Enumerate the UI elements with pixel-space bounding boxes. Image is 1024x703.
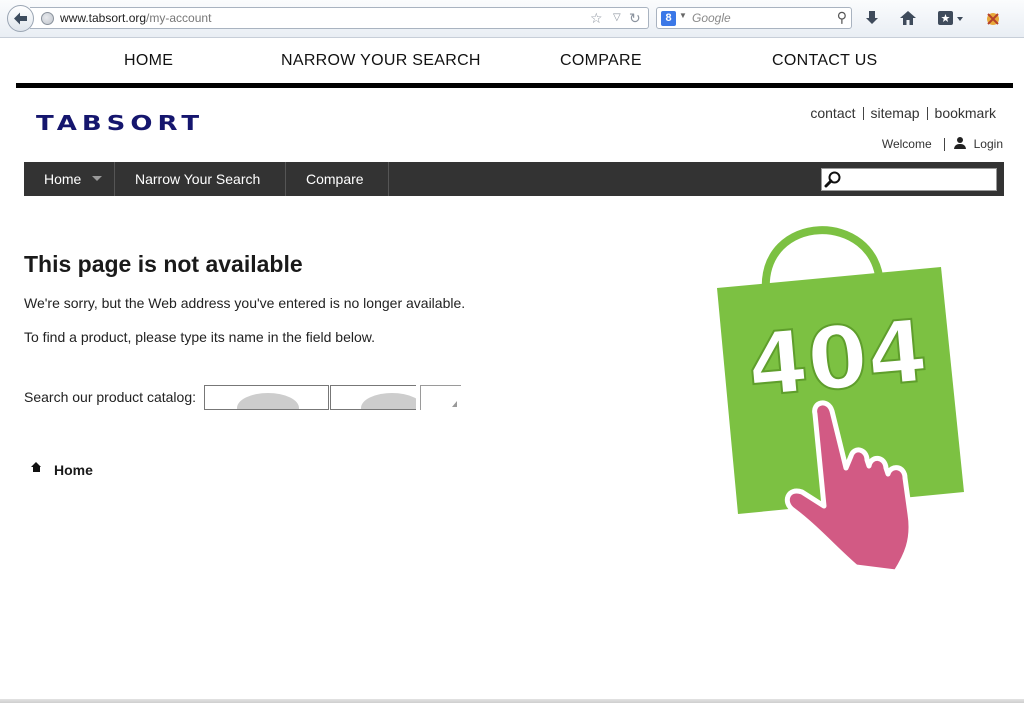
menu-item-compare[interactable]: Compare (286, 162, 389, 196)
login-link[interactable]: Login (974, 137, 1003, 151)
404-shopping-bag-illustration: 404 (717, 226, 964, 575)
sorry-message: We're sorry, but the Web address you've … (24, 295, 466, 311)
home-icon[interactable] (898, 8, 918, 28)
broken-image-placeholder (237, 393, 299, 409)
page-title: This page is not available (24, 251, 303, 277)
back-arrow-icon (14, 12, 27, 25)
url-path: /my-account (146, 11, 212, 25)
bookmarks-menu-icon[interactable] (935, 8, 967, 28)
user-icon (953, 137, 966, 149)
browser-search-box[interactable]: 8 ▼ Google ⚲ (656, 7, 852, 29)
utility-links: contact sitemap bookmark (810, 105, 996, 121)
downloads-icon[interactable] (862, 8, 882, 28)
search-placeholder: Google (692, 11, 731, 25)
menu-item-home[interactable]: Home (24, 162, 115, 196)
breadcrumb-home-link[interactable]: Home (31, 462, 93, 478)
menu-item-label: Home (44, 171, 82, 187)
top-nav-home[interactable]: HOME (124, 52, 173, 70)
divider (926, 107, 928, 120)
home-icon (31, 462, 42, 473)
error-code-text: 404 (744, 301, 932, 416)
divider (943, 138, 945, 151)
catalog-search-button[interactable] (420, 385, 461, 410)
extension-icon[interactable] (983, 8, 1003, 28)
catalog-category-select[interactable] (330, 385, 416, 410)
menu-item-label: Compare (306, 171, 364, 187)
search-icon[interactable] (824, 170, 842, 188)
home-link-label: Home (54, 462, 93, 478)
top-nav-compare[interactable]: COMPARE (560, 52, 642, 70)
url-domain: www.tabsort.org (60, 11, 147, 25)
search-engine-dropdown-icon[interactable]: ▼ (679, 11, 687, 20)
address-bar[interactable]: www.tabsort.org/my-account ☆ ▽ ↻ (30, 7, 649, 29)
browser-toolbar: www.tabsort.org/my-account ☆ ▽ ↻ 8 ▼ Goo… (0, 0, 1024, 38)
site-search-input[interactable] (821, 168, 997, 191)
search-engine-icon[interactable]: 8 (661, 11, 676, 26)
back-button[interactable] (7, 5, 34, 32)
divider (862, 107, 864, 120)
chevron-down-icon (92, 176, 102, 181)
reload-icon[interactable]: ↻ (629, 9, 641, 27)
url-text: www.tabsort.org/my-account (60, 11, 211, 25)
search-icon[interactable]: ⚲ (837, 9, 847, 26)
history-dropdown-icon[interactable]: ▽ (613, 9, 621, 27)
catalog-search-label: Search our product catalog: (24, 389, 196, 405)
main-menu-bar: Home Narrow Your Search Compare (24, 162, 1004, 196)
catalog-search-input[interactable] (204, 385, 329, 410)
bookmark-link[interactable]: bookmark (935, 105, 996, 121)
menu-item-label: Narrow Your Search (135, 171, 261, 187)
welcome-text: Welcome (881, 137, 932, 151)
top-nav-narrow-search[interactable]: NARROW YOUR SEARCH (281, 52, 481, 70)
find-product-message: To find a product, please type its name … (24, 329, 375, 345)
top-nav-contact[interactable]: CONTACT US (772, 52, 878, 70)
account-row: Welcome Login (882, 137, 1003, 151)
bookmark-star-icon[interactable]: ☆ (590, 9, 603, 27)
contact-link[interactable]: contact (810, 105, 855, 121)
window-bottom-edge (0, 699, 1024, 703)
globe-icon (41, 12, 54, 25)
top-navigation: HOME NARROW YOUR SEARCH COMPARE CONTACT … (16, 38, 1013, 88)
broken-image-placeholder (361, 393, 416, 409)
menu-item-narrow-search[interactable]: Narrow Your Search (115, 162, 286, 196)
sitemap-link[interactable]: sitemap (871, 105, 920, 121)
site-logo[interactable]: TABSORT (36, 112, 204, 135)
